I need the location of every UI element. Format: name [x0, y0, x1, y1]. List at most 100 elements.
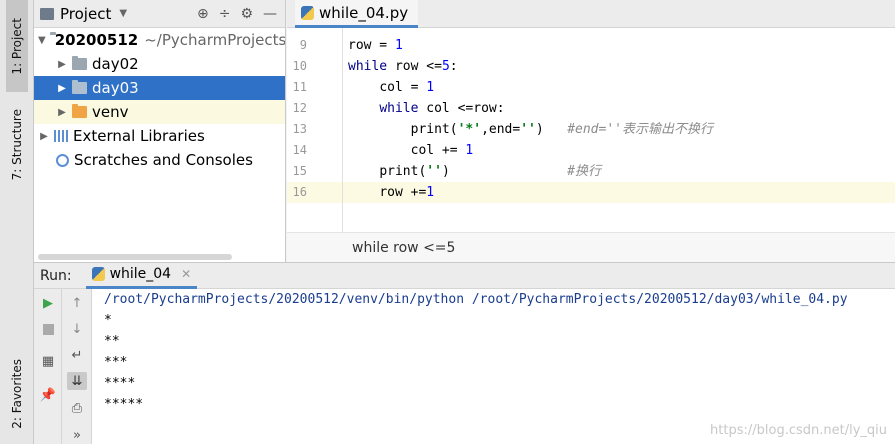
previous-occurrence-button[interactable]: ↑: [68, 294, 86, 312]
editor-tab-bar: while_04.py: [287, 0, 895, 28]
console-output-line: ****: [104, 376, 136, 391]
tree-item-day02[interactable]: ▶ day02: [34, 52, 285, 76]
print-button[interactable]: ⎙: [68, 399, 86, 417]
pin-tab-button[interactable]: 📌: [39, 386, 57, 404]
restore-layout-button[interactable]: ▦: [39, 352, 57, 370]
tree-root-path: ~/PycharmProjects/2: [144, 31, 286, 49]
code-line: print('') #换行: [379, 164, 601, 179]
rerun-button[interactable]: ▶: [39, 294, 57, 312]
stop-button[interactable]: [39, 320, 57, 338]
code-line: print('*',end='') #end=''表示输出不换行: [410, 122, 713, 137]
chevron-right-icon[interactable]: ▶: [56, 83, 68, 94]
printer-icon: ⎙: [71, 400, 83, 416]
tool-tab-favorites-label: 2: Favorites: [10, 359, 24, 429]
more-actions-button[interactable]: »: [68, 426, 86, 444]
tool-tab-structure-label: 7: Structure: [10, 109, 24, 181]
editor: while_04.py 9 10 11 12 13 14 15 16 row =…: [287, 0, 895, 262]
console-output-line: *****: [104, 397, 144, 412]
watermark: https://blog.csdn.net/ly_qiu: [710, 423, 887, 438]
pin-icon: 📌: [39, 387, 57, 403]
soft-wrap-button[interactable]: ↵: [68, 346, 86, 364]
chevron-right-icon[interactable]: ▶: [56, 107, 68, 118]
editor-tab-while-04[interactable]: while_04.py: [295, 0, 419, 28]
project-header-buttons: ⊕ ÷ ⚙ —: [197, 6, 277, 22]
python-file-icon: [91, 267, 105, 281]
tree-item-root[interactable]: ▼ 20200512 ~/PycharmProjects/2: [34, 28, 286, 52]
run-tab-label: while_04: [109, 266, 172, 282]
project-panel: Project ▼ ⊕ ÷ ⚙ — ▼ 20200512 ~/PycharmPr…: [34, 0, 286, 262]
horizontal-scrollbar[interactable]: [38, 254, 232, 260]
layout-icon: ▦: [41, 353, 55, 369]
tree-item-label: venv: [92, 103, 129, 121]
collapse-icon[interactable]: ÷: [219, 6, 231, 22]
tree-item-label: day03: [92, 79, 139, 97]
project-panel-title[interactable]: Project: [60, 5, 111, 23]
folder-icon: [72, 56, 87, 70]
run-tab-while-04[interactable]: while_04 ✕: [85, 262, 198, 289]
close-icon[interactable]: ✕: [181, 267, 191, 281]
chevron-down-icon[interactable]: ▼: [119, 8, 127, 19]
code-area[interactable]: row = 1 while row <=5: col = 1 while col…: [343, 28, 895, 232]
tree-item-external-libraries[interactable]: ▶ External Libraries: [34, 124, 285, 148]
code-line: col += 1: [410, 143, 474, 158]
breadcrumb[interactable]: while row <=5: [287, 232, 895, 262]
console-output-line: ***: [104, 355, 128, 370]
console-output-line: *: [104, 313, 112, 328]
excluded-folder-icon: [72, 104, 87, 118]
line-number: 16: [292, 185, 307, 199]
play-icon: ▶: [43, 295, 53, 311]
scroll-to-end-icon: ⇊: [71, 373, 83, 389]
scroll-to-end-button[interactable]: ⇊: [67, 372, 87, 390]
library-icon: [54, 130, 68, 142]
chevron-right-icon[interactable]: ▶: [38, 131, 50, 142]
line-number: 10: [292, 59, 307, 73]
tree-item-scratches[interactable]: Scratches and Consoles: [34, 148, 285, 172]
line-number: 9: [299, 38, 307, 52]
line-number: 11: [292, 80, 307, 94]
tool-tab-favorites[interactable]: 2: Favorites: [6, 344, 28, 444]
next-occurrence-button[interactable]: ↓: [68, 320, 86, 338]
editor-tab-label: while_04.py: [319, 3, 409, 22]
tool-tab-structure[interactable]: 7: Structure: [6, 100, 28, 190]
breadcrumb-item[interactable]: while row <=5: [352, 240, 455, 256]
chevron-right-icon[interactable]: ▶: [56, 59, 68, 70]
code-line: col = 1: [379, 80, 435, 95]
project-folder-icon: [40, 7, 54, 20]
double-chevron-icon: »: [73, 427, 81, 443]
console-command-line: /root/PycharmProjects/20200512/venv/bin/…: [104, 292, 848, 307]
tree-root-name: 20200512: [54, 31, 139, 49]
line-number: 15: [292, 164, 307, 178]
tree-item-venv[interactable]: ▶ venv: [34, 100, 285, 124]
line-number: 12: [292, 101, 307, 115]
line-number: 13: [292, 122, 307, 136]
arrow-down-icon: ↓: [71, 321, 83, 337]
folder-icon: [72, 80, 87, 94]
code-line: row = 1: [348, 38, 403, 53]
run-panel-label: Run:: [40, 267, 72, 284]
code-line: row +=1: [379, 185, 435, 200]
python-file-icon: [301, 5, 314, 20]
chevron-down-icon[interactable]: ▼: [38, 35, 46, 46]
project-panel-header: Project ▼ ⊕ ÷ ⚙ —: [34, 0, 285, 28]
scratches-icon: [56, 153, 69, 167]
left-tool-strip: 1: Project 7: Structure 2: Favorites: [0, 0, 34, 444]
line-number-gutter: 9 10 11 12 13 14 15 16: [287, 28, 343, 232]
arrow-up-icon: ↑: [71, 295, 83, 311]
run-panel-header: Run: while_04 ✕: [34, 262, 895, 289]
code-line: while row <=5:: [348, 59, 458, 74]
tool-tab-project-label: 1: Project: [10, 17, 24, 75]
run-toolbar-primary: ▶ ▦ 📌: [34, 289, 62, 444]
run-console[interactable]: /root/PycharmProjects/20200512/venv/bin/…: [92, 289, 895, 444]
tree-item-label: Scratches and Consoles: [74, 151, 253, 169]
tree-item-label: day02: [92, 55, 139, 73]
gear-icon[interactable]: ⚙: [240, 6, 253, 22]
soft-wrap-icon: ↵: [71, 347, 83, 363]
locate-icon[interactable]: ⊕: [197, 6, 209, 22]
hide-icon[interactable]: —: [263, 6, 277, 22]
code-line: while col <=row:: [379, 101, 505, 116]
tool-tab-project[interactable]: 1: Project: [6, 0, 28, 92]
tree-item-label: External Libraries: [73, 127, 205, 145]
tree-item-day03[interactable]: ▶ day03: [34, 76, 285, 100]
console-output-line: **: [104, 334, 120, 349]
run-toolbar-secondary: ↑ ↓ ↵ ⇊ ⎙ »: [62, 289, 92, 444]
